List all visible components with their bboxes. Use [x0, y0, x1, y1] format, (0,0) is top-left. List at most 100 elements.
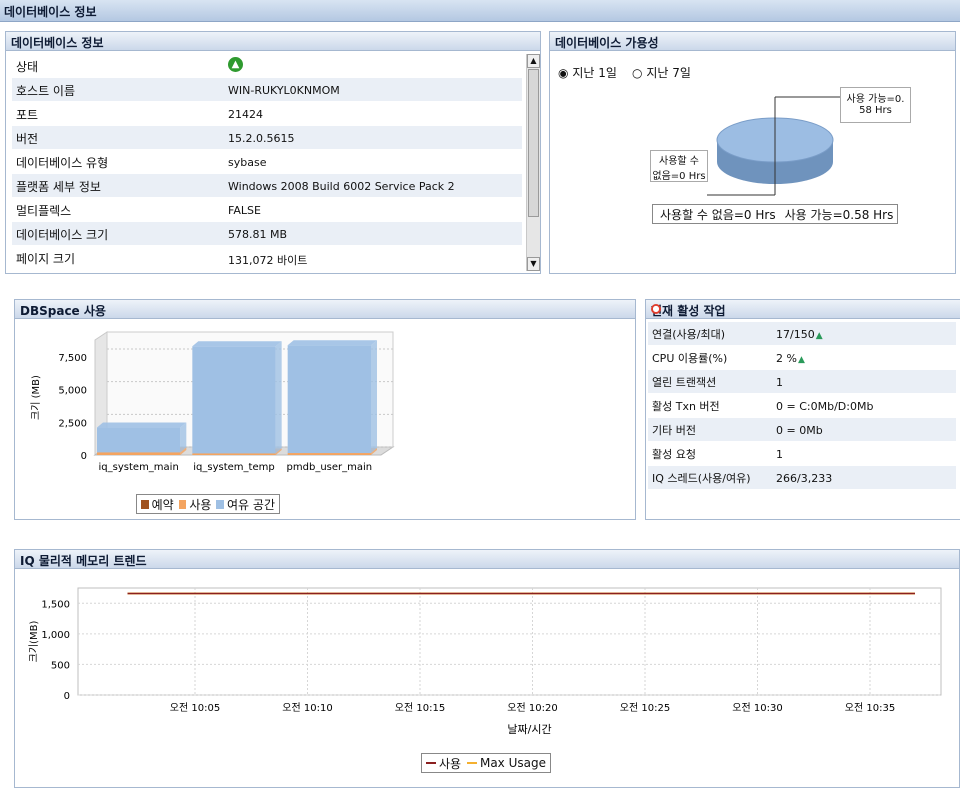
db-info-value: 578.81 MB: [228, 228, 288, 241]
callout-available-line2: 58 Hrs: [859, 105, 892, 116]
legend-free-label: 여유 공간: [227, 497, 275, 512]
callout-unavailable: 사용할 수 없음=0 Hrs: [650, 150, 708, 182]
callout-available-line1: 사용 가능=0.: [846, 94, 905, 105]
y-axis-label: 크기 (MB): [30, 375, 42, 420]
radio-7day-label: 지난 7일: [646, 66, 691, 80]
db-info-label: 플랫폼 세부 정보: [16, 180, 101, 194]
activity-value: 1: [776, 376, 783, 389]
activity-row: 활성 요청 1: [648, 442, 956, 465]
callout-available: 사용 가능=0. 58 Hrs: [840, 87, 911, 123]
dbspace-panel-header: DBSpace 사용: [15, 300, 635, 319]
activity-row: 활성 Txn 버전 0 = C:0Mb/D:0Mb: [648, 394, 956, 417]
bar-segment: [97, 427, 181, 453]
trend-up-icon: ▲: [797, 355, 805, 365]
x-tick-label: 오전 10:15: [395, 702, 445, 714]
db-info-row: 데이터베이스 유형 sybase: [12, 150, 522, 173]
radio-7day[interactable]: ○ 지난 7일: [632, 64, 691, 81]
db-info-row: 포트 21424: [12, 102, 522, 125]
legend-free-swatch: [216, 499, 225, 509]
legend-max-line: [467, 762, 477, 764]
activity-value: 0 = C:0Mb/D:0Mb: [776, 400, 874, 413]
close-icon[interactable]: ●: [651, 304, 661, 314]
y-tick-label: 2,500: [58, 418, 87, 429]
db-info-label: 상태: [16, 60, 39, 74]
y-tick-label: 7,500: [58, 353, 87, 364]
x-tick-label: 오전 10:25: [620, 702, 670, 714]
db-info-label: 포트: [16, 108, 39, 122]
db-info-value: Windows 2008 Build 6002 Service Pack 2: [228, 180, 455, 193]
y-axis-label: 크기(MB): [28, 621, 40, 663]
y-tick-label: 0: [64, 691, 70, 702]
db-info-value: 15.2.0.5615: [228, 132, 295, 145]
db-info-row: 페이지 크기 131,072 바이트: [12, 246, 522, 269]
bar-segment: [192, 346, 276, 454]
y-tick-label: 5,000: [58, 386, 87, 397]
legend-available-label: 사용 가능=0.58 Hrs: [784, 207, 894, 222]
legend-reserved-label: 예약: [151, 497, 174, 512]
db-info-value: 131,072 바이트: [228, 254, 308, 267]
x-tick-label: 오전 10:30: [732, 702, 782, 714]
legend-used-swatch: [178, 499, 187, 509]
plot-area: [77, 587, 942, 696]
activity-panel-header: 현재 활성 작업 ●: [646, 300, 960, 319]
legend-used-label: 사용: [438, 756, 462, 771]
legend-used-label: 사용: [189, 497, 212, 512]
callout-unavailable-line1: 사용할 수: [659, 156, 699, 167]
bar-segment-side: [371, 340, 377, 454]
x-tick-label: iq_system_temp: [193, 462, 274, 473]
db-info-row: 버전 15.2.0.5615: [12, 126, 522, 149]
db-info-panel-header: 데이터베이스 정보: [6, 32, 540, 51]
radio-1day-label: 지난 1일: [572, 66, 617, 80]
page-header: 데이터베이스 정보: [0, 0, 960, 22]
scroll-down-button[interactable]: ▼: [527, 257, 540, 271]
radio-1day[interactable]: ◉ 지난 1일: [558, 64, 617, 81]
availability-panel: 데이터베이스 가용성 ◉ 지난 1일 ○ 지난 7일 사용 가능=0. 58 H…: [549, 31, 956, 274]
memory-panel-title: IQ 물리적 메모리 트렌드: [20, 554, 147, 568]
bar-segment: [97, 452, 181, 455]
activity-label: IQ 스레드(사용/여유): [652, 472, 751, 485]
radio-unselected-icon: ○: [632, 66, 643, 80]
dbspace-bar-chart: 0 2,500 5,000 7,500 크기 (MB) iq_system_main iq_…: [30, 331, 395, 473]
activity-value: 2 %▲: [776, 352, 805, 365]
x-axis-label: 날짜/시간: [507, 723, 551, 736]
bar-segment-side: [180, 422, 187, 453]
db-info-row: 데이터베이스 크기 578.81 MB: [12, 222, 522, 245]
activity-row: 기타 버전 0 = 0Mb: [648, 418, 956, 441]
bar-segment: [192, 453, 276, 455]
activity-label: 활성 Txn 버전: [652, 400, 720, 413]
x-tick-label: 오전 10:05: [170, 702, 220, 714]
activity-value: 1: [776, 448, 783, 461]
activity-panel: 현재 활성 작업 ● 연결(사용/최대) 17/150▲ CPU 이용률(%) 2 %…: [645, 299, 960, 520]
db-info-row: 멀티플렉스 FALSE: [12, 198, 522, 221]
legend-unavailable-label: 사용할 수 없음=0 Hrs: [660, 207, 776, 222]
status-up-icon: ▲: [228, 57, 243, 72]
db-info-row: 플랫폼 세부 정보 Windows 2008 Build 6002 Service…: [12, 174, 522, 197]
dbspace-panel-title: DBSpace 사용: [20, 304, 106, 318]
db-info-value: FALSE: [228, 204, 261, 217]
db-info-value: 21424: [228, 108, 263, 121]
activity-row: 연결(사용/최대) 17/150▲: [648, 322, 956, 345]
memory-legend: 사용 Max Usage: [421, 753, 551, 773]
db-info-scrollbar[interactable]: ▲ ▼: [526, 54, 540, 271]
memory-line-chart: 0 500 1,000 1,500 오전 10:05 오전 10:10 오전 10:15 오전…: [28, 587, 942, 736]
y-tick-label: 0: [81, 451, 87, 462]
db-info-label: 멀티플렉스: [16, 204, 72, 218]
activity-value: 17/150▲: [776, 328, 823, 341]
db-info-value: WIN-RUKYL0KNMOM: [228, 84, 340, 97]
trend-up-icon: ▲: [815, 331, 823, 341]
dbspace-legend: 예약 사용 여유 공간: [136, 494, 280, 514]
x-tick-label: 오전 10:20: [507, 702, 557, 714]
activity-value: 266/3,233: [776, 472, 833, 485]
legend-max-label: Max Usage: [479, 756, 546, 770]
x-tick-label: 오전 10:35: [845, 702, 895, 714]
activity-label: 열린 트랜잭션: [652, 376, 717, 389]
radio-selected-icon: ◉: [558, 66, 569, 80]
scroll-up-button[interactable]: ▲: [527, 54, 540, 68]
y-tick-label: 1,500: [41, 599, 70, 610]
db-info-label: 데이터베이스 크기: [16, 228, 109, 242]
page-title: 데이터베이스 정보: [4, 5, 97, 19]
db-info-label: 데이터베이스 유형: [16, 156, 109, 170]
bar-segment-top: [287, 340, 377, 346]
db-info-panel-title: 데이터베이스 정보: [11, 36, 104, 50]
scroll-thumb[interactable]: [528, 69, 539, 217]
